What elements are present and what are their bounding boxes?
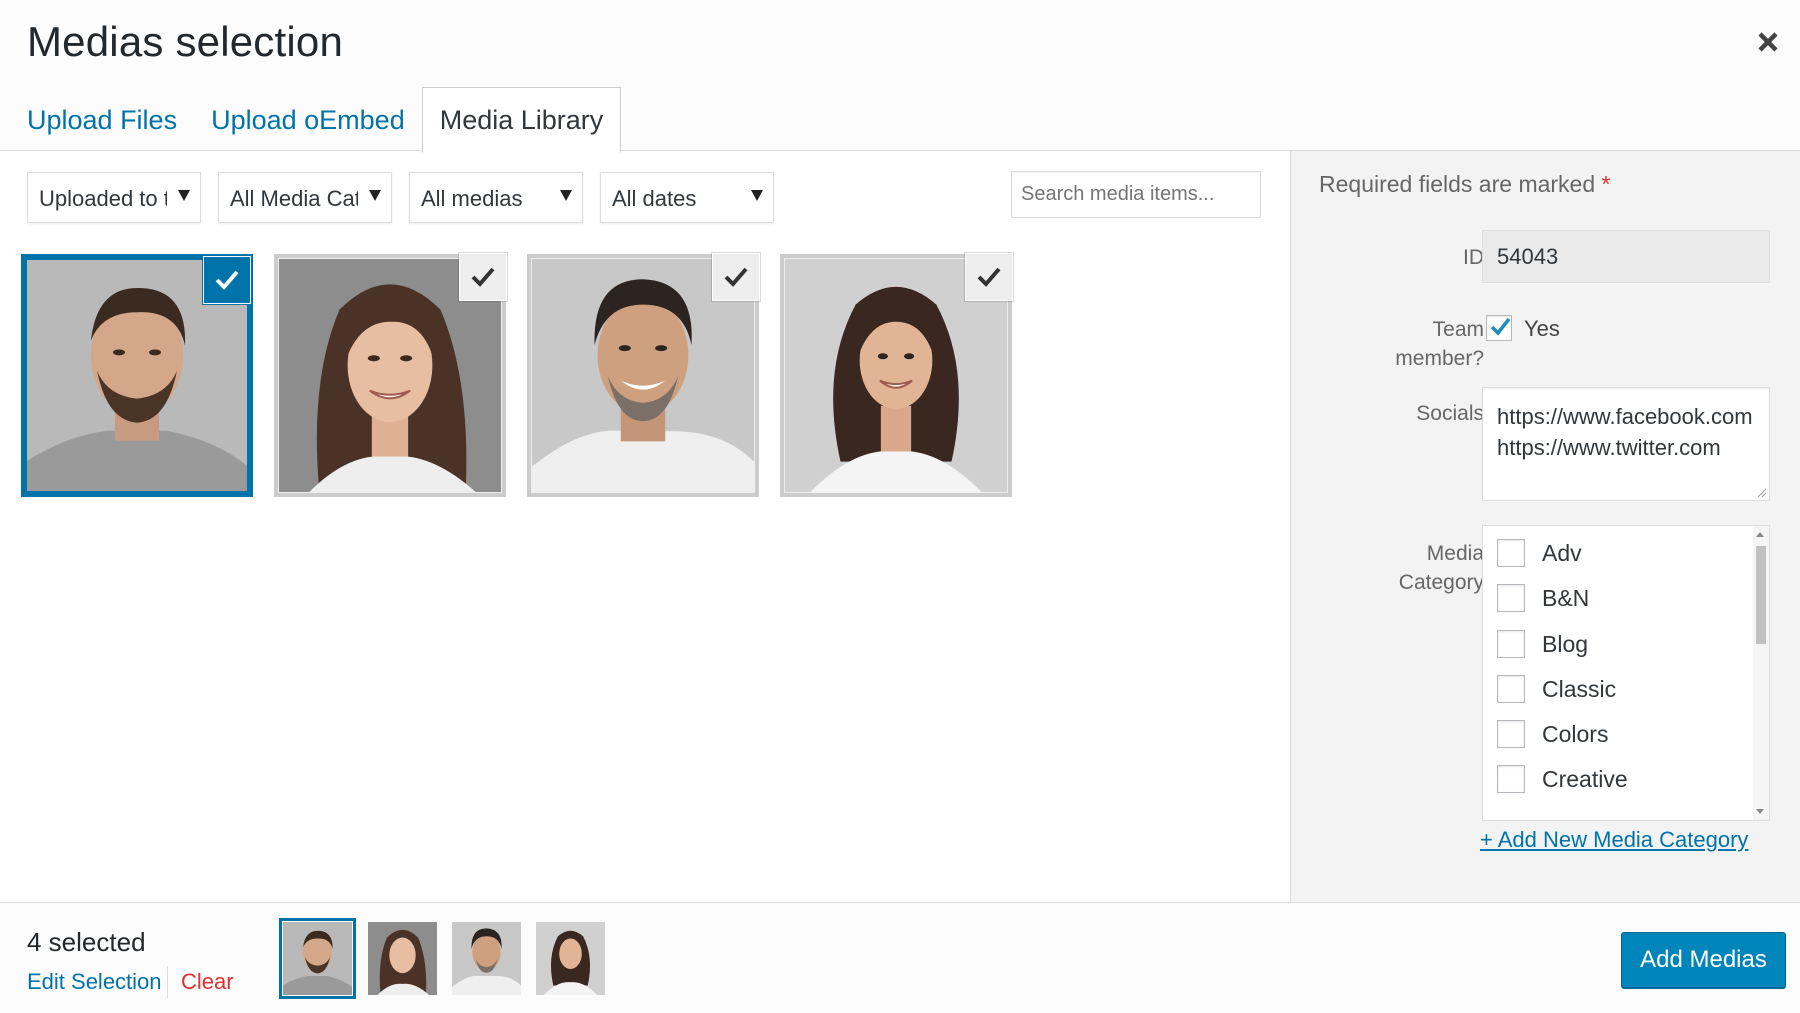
media-item[interactable] [271,251,509,500]
media-modal: Medias selection Upload Files Upload oEm… [0,0,1800,1013]
required-note-text: Required fields are marked [1319,171,1596,197]
selected-check[interactable] [204,257,250,303]
selected-check[interactable] [966,254,1012,300]
checkmark-icon [977,267,1001,287]
selection-thumbnail[interactable] [536,922,605,995]
filter-date-value: All dates [612,186,697,211]
media-item[interactable] [524,251,762,500]
category-item-blog[interactable]: Blog [1497,630,1588,658]
category-label: Adv [1542,539,1582,566]
required-star: * [1601,171,1611,197]
required-note: Required fields are marked * [1319,171,1610,198]
checkbox[interactable] [1497,630,1525,658]
category-item-creative[interactable]: Creative [1497,765,1628,793]
tab-bar: Upload Files Upload oEmbed Media Library [0,86,622,153]
filter-date-select[interactable]: All dates [600,172,774,223]
search-input[interactable] [1011,171,1261,218]
social-link: https://www.facebook.com [1497,404,1753,429]
id-label: ID [1463,246,1484,269]
tab-upload-oembed[interactable]: Upload oEmbed [194,88,422,152]
add-medias-button[interactable]: Add Medias [1621,932,1786,988]
chevron-down-icon [751,190,763,201]
media-item[interactable] [18,251,256,500]
category-scrollbar[interactable] [1753,526,1769,820]
tab-media-library[interactable]: Media Library [421,87,622,153]
category-label: Blog [1542,630,1589,657]
checkbox[interactable] [1497,720,1525,748]
team-label-line-2: member? [1395,347,1484,370]
team-member-yes-label: Yes [1524,316,1560,341]
checkmark-icon [1490,317,1511,336]
modal-header: Medias selection Upload Files Upload oEm… [0,0,1800,153]
category-label-line-1: Media [1426,542,1484,565]
scroll-down-icon[interactable] [1756,809,1764,814]
selection-thumbnail[interactable] [283,922,352,995]
edit-selection-link[interactable]: Edit Selection [27,969,162,995]
checkbox[interactable] [1497,584,1525,612]
scroll-thumb[interactable] [1756,546,1766,644]
category-item-colors[interactable]: Colors [1497,720,1608,748]
selection-thumbnail[interactable] [368,922,437,995]
chevron-down-icon [178,190,190,201]
category-label: Classic [1542,675,1617,702]
filter-type-select[interactable]: All medias [409,172,583,223]
category-item-adv[interactable]: Adv [1497,539,1582,567]
tab-upload-files[interactable]: Upload Files [0,88,194,152]
category-checklist[interactable]: Adv B&N Blog Classic Colors Creative [1482,525,1770,821]
checkbox[interactable] [1497,765,1525,793]
socials-label: Socials [1416,402,1484,425]
socials-textarea[interactable]: https://www.facebook.com https://www.twi… [1482,387,1770,501]
selected-check[interactable] [713,254,759,300]
media-grid [18,251,1015,500]
media-category-label: Media Category [1399,539,1484,597]
chevron-down-icon [560,190,572,201]
category-label-line-2: Category [1398,571,1484,594]
filter-category-select[interactable]: All Media Cat [218,172,392,223]
selected-check[interactable] [460,254,506,300]
filter-bar: Uploaded to t All Media Cat All medias A… [27,172,774,223]
team-member-checkbox[interactable] [1486,315,1512,341]
resize-handle-icon[interactable] [1757,488,1767,498]
category-label: Colors [1542,720,1609,747]
media-item[interactable] [777,251,1015,500]
category-label: B&N [1542,584,1590,611]
checkmark-icon [724,267,748,287]
modal-title: Medias selection [27,18,344,65]
checkmark-icon [471,267,495,287]
category-item-classic[interactable]: Classic [1497,675,1616,703]
checkbox[interactable] [1497,539,1525,567]
close-icon [1758,32,1778,52]
selection-thumbnail[interactable] [452,922,521,995]
social-link: https://www.twitter.com [1497,435,1721,460]
filter-type-value: All medias [421,186,523,211]
filter-uploaded-select[interactable]: Uploaded to t [27,172,201,223]
clear-selection-link[interactable]: Clear [181,969,234,995]
modal-footer: 4 selected Edit Selection Clear Add Medi… [0,902,1800,1013]
attachment-details-sidebar: Required fields are marked * ID 54043 Te… [1290,151,1800,902]
chevron-down-icon [369,190,381,201]
scroll-up-icon[interactable] [1756,532,1764,537]
category-label: Creative [1542,765,1628,792]
checkbox[interactable] [1497,675,1525,703]
filter-category-value: All Media Cat [230,186,358,211]
team-label-line-1: Team [1432,318,1484,341]
category-item-bn[interactable]: B&N [1497,584,1589,612]
divider [167,966,168,998]
team-member-label: Team member? [1395,315,1484,373]
add-media-category-link[interactable]: + Add New Media Category [1480,827,1748,853]
id-field: 54043 [1482,230,1770,283]
checkmark-icon [215,270,239,290]
close-button[interactable] [1748,22,1788,62]
selection-count: 4 selected [27,927,146,957]
filter-uploaded-value: Uploaded to t [39,186,167,211]
